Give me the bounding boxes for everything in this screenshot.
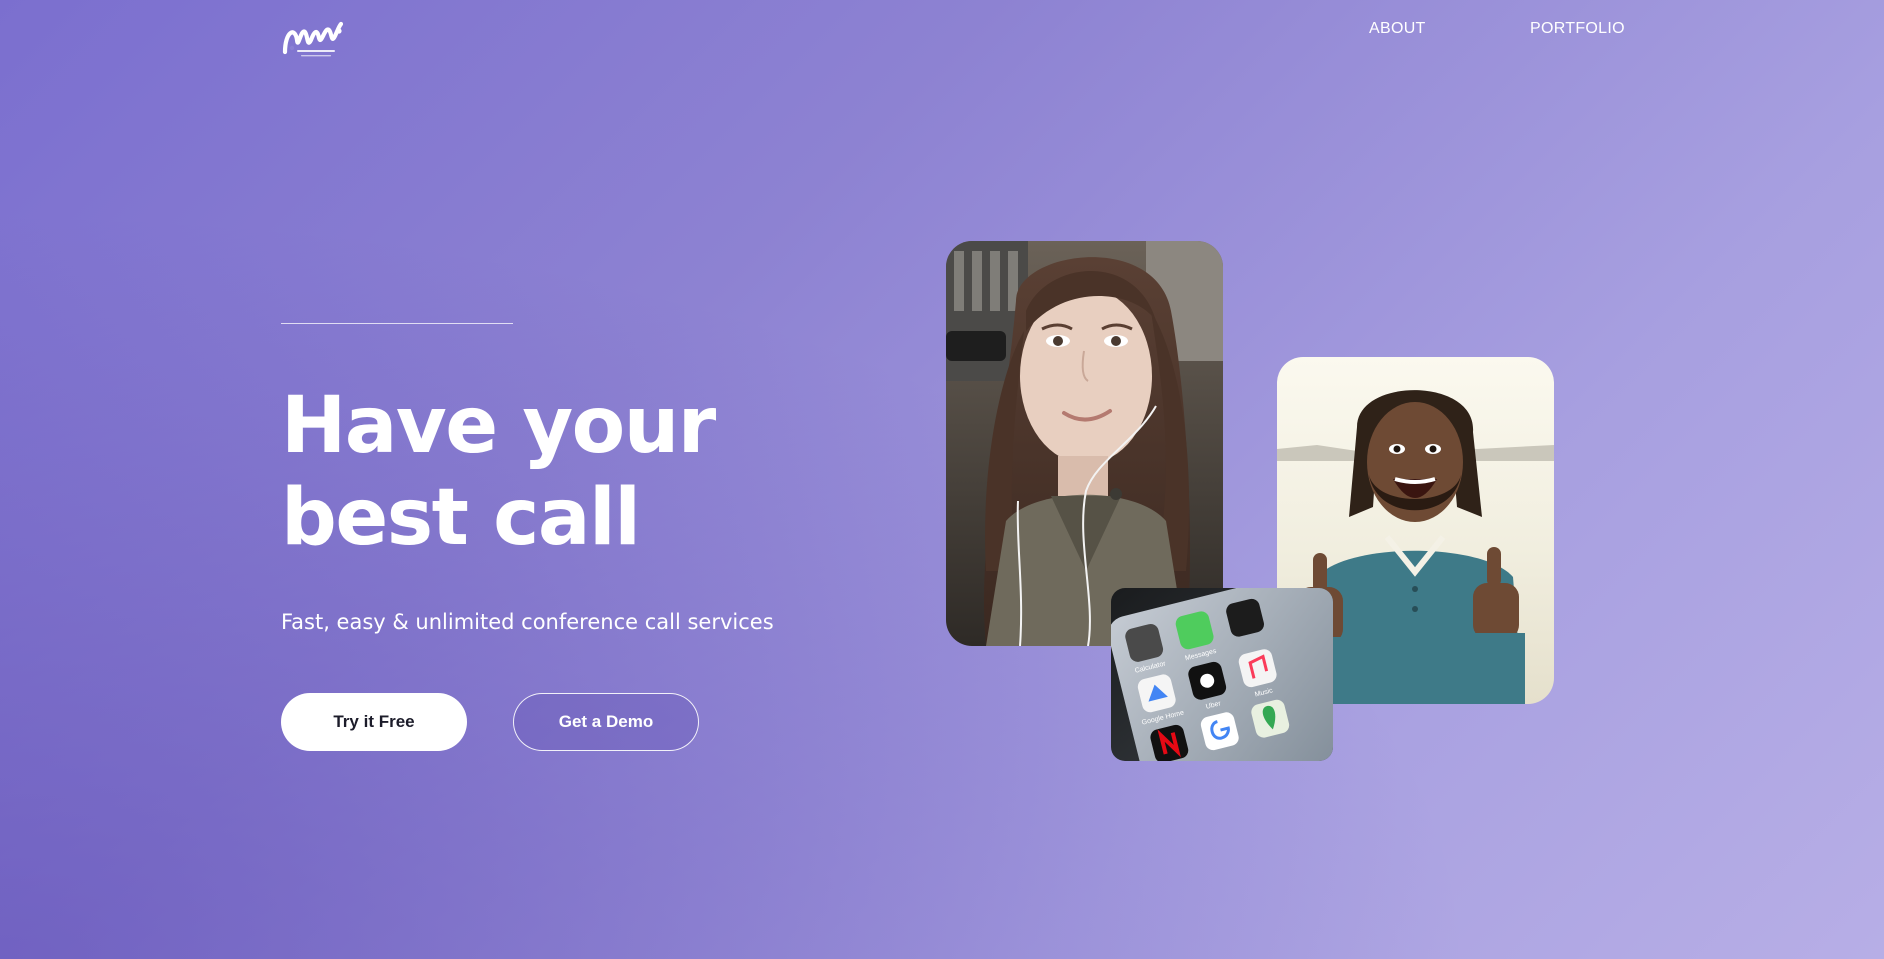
get-demo-button[interactable]: Get a Demo [513,693,699,751]
nav-link-about[interactable]: ABOUT [1369,20,1426,38]
woman-photo [946,241,1223,646]
hero-subtitle: Fast, easy & unlimited conference call s… [281,610,774,634]
hero-headline: Have your best call [281,380,716,564]
try-free-button[interactable]: Try it Free [281,693,467,751]
hero-headline-line2: best call [281,473,641,563]
hero-divider [281,323,513,324]
brand-logo[interactable] [281,18,344,60]
hero-headline-line1: Have your [281,381,716,471]
nav-link-portfolio[interactable]: PORTFOLIO [1530,20,1625,38]
phone-photo: Calculator Messages Google Home Uber Net… [1111,588,1333,761]
logo-icon [282,21,344,57]
